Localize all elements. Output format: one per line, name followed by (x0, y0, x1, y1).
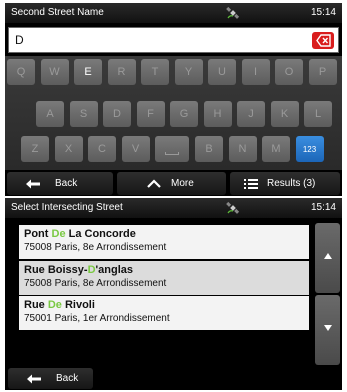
back-button[interactable]: Back (7, 172, 113, 195)
street-address: 75008 Paris, 8e Arrondissement (24, 242, 167, 253)
key-d[interactable]: D (103, 101, 131, 127)
delete-button[interactable] (312, 32, 334, 49)
list-item[interactable]: Rue Boissy-D'anglas 75008 Paris, 8e Arro… (19, 261, 309, 295)
key-x[interactable]: X (54, 136, 83, 162)
back-button[interactable]: Back (8, 368, 93, 389)
street-address: 75001 Paris, 1er Arrondissement (24, 313, 170, 324)
key-l[interactable]: L (304, 101, 332, 127)
status-bar: Second Street Name 15:14 (5, 3, 342, 23)
arrow-left-icon (26, 179, 40, 188)
clock: 15:14 (310, 7, 336, 18)
key-k[interactable]: K (270, 101, 299, 127)
more-button[interactable]: More (117, 172, 226, 195)
screen-title: Second Street Name (11, 7, 104, 18)
key-i[interactable]: I (241, 59, 270, 85)
key-m[interactable]: M (262, 136, 290, 162)
gps-satellite-icon (226, 6, 240, 20)
key-t[interactable]: T (141, 59, 169, 85)
key-f[interactable]: F (136, 101, 165, 127)
more-button-label: More (171, 178, 194, 189)
triangle-up-icon (324, 253, 332, 259)
key-n[interactable]: N (228, 136, 257, 162)
back-button-label: Back (55, 178, 78, 189)
arrow-left-icon (27, 374, 41, 384)
clock: 15:14 (310, 202, 336, 213)
key-z[interactable]: Z (21, 136, 49, 162)
key-u[interactable]: U (208, 59, 236, 85)
intersecting-street-screen: Select Intersecting Street 15:14 Pont De… (5, 198, 342, 390)
triangle-down-icon (324, 325, 332, 331)
street-name: Rue De Rivoli (24, 299, 95, 311)
street-results-list: Pont De La Concorde 75008 Paris, 8e Arro… (19, 220, 309, 366)
key-c[interactable]: C (88, 136, 116, 162)
numeric-mode-key[interactable]: 123 (295, 136, 324, 162)
backspace-icon (316, 34, 331, 47)
bottom-action-bar: Back More Results (3) (5, 171, 342, 196)
key-o[interactable]: O (275, 59, 303, 85)
back-button-label: Back (56, 373, 79, 384)
key-a[interactable]: A (36, 101, 64, 127)
key-q[interactable]: Q (7, 59, 35, 85)
key-s[interactable]: S (69, 101, 98, 127)
list-item[interactable]: Pont De La Concorde 75008 Paris, 8e Arro… (19, 225, 309, 259)
key-e[interactable]: E (74, 59, 102, 85)
list-item[interactable]: Rue De Rivoli 75001 Paris, 1er Arrondiss… (19, 296, 309, 330)
key-w[interactable]: W (40, 59, 69, 85)
space-bar-icon (165, 152, 179, 155)
key-y[interactable]: Y (174, 59, 203, 85)
key-j[interactable]: J (237, 101, 265, 127)
list-icon (244, 178, 258, 189)
space-key[interactable] (155, 136, 189, 162)
chevron-up-icon (147, 179, 161, 188)
street-address: 75008 Paris, 8e Arrondissement (24, 278, 167, 289)
key-h[interactable]: H (203, 101, 232, 127)
street-search-input[interactable]: D (8, 27, 339, 53)
status-bar: Select Intersecting Street 15:14 (5, 198, 342, 218)
results-button[interactable]: Results (3) (230, 172, 340, 195)
scroll-up-button[interactable] (315, 223, 340, 293)
street-name-entry-screen: Second Street Name 15:14 D QWERTYUIOPASD… (5, 3, 342, 196)
key-v[interactable]: V (121, 136, 150, 162)
key-r[interactable]: R (107, 59, 136, 85)
search-input-value: D (15, 33, 24, 47)
screen-title: Select Intersecting Street (11, 202, 123, 213)
gps-satellite-icon (226, 201, 240, 215)
street-name: Rue Boissy-D'anglas (24, 264, 133, 276)
key-b[interactable]: B (195, 136, 223, 162)
on-screen-keyboard: Q W E R T Y U I O P A S D F G H J K L Z X C V B N M 123 (5, 56, 342, 170)
street-name: Pont De La Concorde (24, 228, 136, 240)
key-g[interactable]: G (170, 101, 198, 127)
results-button-label: Results (3) (267, 178, 316, 189)
key-p[interactable]: P (308, 59, 337, 85)
scroll-down-button[interactable] (315, 295, 340, 365)
